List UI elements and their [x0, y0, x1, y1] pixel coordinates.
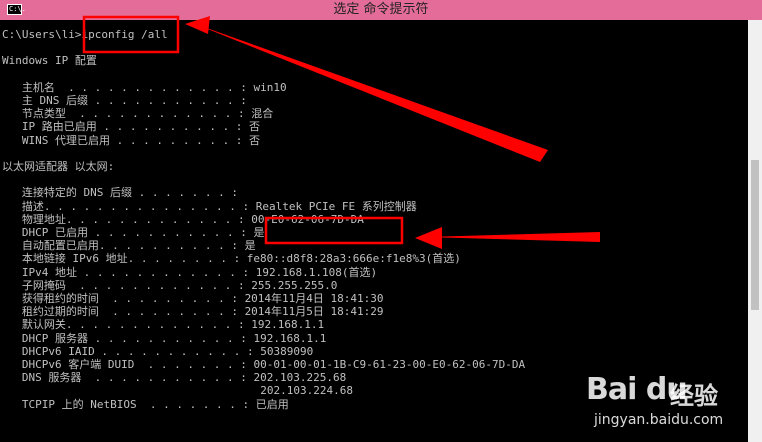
annotation-arrow-mac — [425, 232, 600, 242]
annotation-arrow-command — [190, 22, 548, 162]
annotation-arrowhead-mac — [415, 227, 442, 249]
highlight-box-command — [82, 15, 180, 54]
baidu-jingyan-watermark: Bai du 经验 jingyan.baidu.com — [586, 372, 756, 434]
annotation-arrowhead-command — [185, 16, 210, 34]
watermark-url: jingyan.baidu.com — [594, 412, 724, 428]
watermark-name: 经验 — [670, 382, 718, 410]
highlight-box-mac — [264, 216, 404, 245]
